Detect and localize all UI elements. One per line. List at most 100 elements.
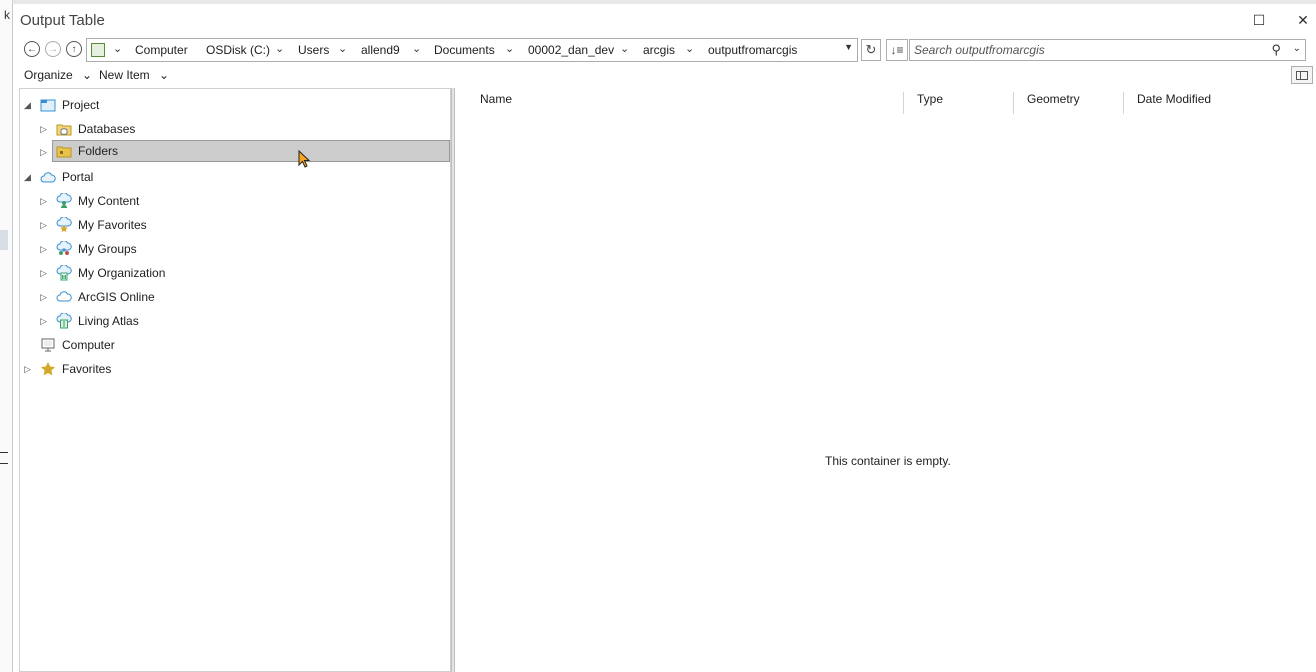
navigation-tree[interactable]: ◢ Project ▷ Databases ▷ Folders ◢ Portal… (19, 88, 451, 672)
tree-label: Computer (62, 338, 115, 352)
tree-node-arcgis-online[interactable]: ▷ ArcGIS Online (20, 286, 450, 308)
location-dropdown-icon[interactable]: ⌄ (113, 42, 122, 55)
empty-container-message: This container is empty. (825, 454, 951, 468)
sort-button[interactable]: ↓≡ (886, 39, 908, 61)
breadcrumb-chevron-icon[interactable]: ⌄ (685, 42, 694, 55)
tree-label: Project (62, 98, 100, 112)
tree-label: ArcGIS Online (78, 290, 155, 304)
organize-label: Organize (24, 68, 73, 82)
tree-node-project[interactable]: ◢ Project (20, 94, 450, 116)
new-item-menu[interactable]: New Item ⌄ (99, 68, 169, 82)
tree-node-favorites[interactable]: ▷ Favorites (20, 358, 450, 380)
favorites-star-icon (40, 361, 56, 377)
breadcrumb-outputfromarcgis[interactable]: outputfromarcgis (708, 43, 797, 57)
dialog-title: Output Table (20, 12, 105, 29)
tree-node-computer[interactable]: Computer (20, 334, 450, 356)
breadcrumb-arcgis[interactable]: arcgis (643, 43, 675, 57)
organize-dropdown-icon: ⌄ (82, 68, 93, 82)
breadcrumb-chevron-icon[interactable]: ⌄ (505, 42, 514, 55)
column-header-date-modified[interactable]: Date Modified (1137, 92, 1211, 114)
expand-arrow-icon[interactable]: ▷ (40, 147, 48, 157)
forward-button[interactable]: → (45, 41, 61, 57)
search-options-dropdown-icon[interactable]: ⌄ (1293, 43, 1301, 54)
my-groups-icon (56, 241, 72, 257)
tree-node-folders[interactable]: ▷ Folders (40, 140, 450, 162)
column-separator[interactable] (1013, 92, 1014, 114)
layout-toggle-button[interactable] (1291, 66, 1313, 84)
toolbar: Organize ⌄ New Item ⌄ (13, 66, 1316, 86)
expand-arrow-icon[interactable]: ▷ (40, 196, 48, 206)
address-history-dropdown-icon[interactable]: ▼ (844, 42, 853, 52)
breadcrumb-users[interactable]: Users (298, 43, 329, 57)
search-input[interactable] (914, 42, 1264, 58)
maximize-button[interactable]: ☐ (1247, 10, 1271, 30)
tree-label: Living Atlas (78, 314, 139, 328)
search-box[interactable]: ⚲ ⌄ (909, 39, 1306, 61)
tree-node-my-groups[interactable]: ▷ My Groups (20, 238, 450, 260)
breadcrumb-documents[interactable]: Documents (434, 43, 495, 57)
tree-label: Favorites (62, 362, 112, 376)
computer-icon (40, 337, 56, 353)
breadcrumb-computer[interactable]: Computer (135, 43, 188, 57)
portal-icon (40, 169, 56, 185)
column-header-type[interactable]: Type (917, 92, 943, 114)
breadcrumb-chevron-icon[interactable]: ⌄ (338, 42, 347, 55)
background-tick (0, 452, 8, 464)
tree-node-my-favorites[interactable]: ▷ My Favorites (20, 214, 450, 236)
column-separator[interactable] (1123, 92, 1124, 114)
background-text: k (4, 8, 10, 22)
back-button[interactable]: ← (24, 41, 40, 57)
living-atlas-icon (56, 313, 72, 329)
organize-menu[interactable]: Organize ⌄ (24, 68, 92, 82)
expand-arrow-icon[interactable]: ▷ (40, 316, 48, 326)
refresh-button[interactable]: ↻ (861, 39, 881, 61)
expand-arrow-icon[interactable]: ▷ (40, 124, 48, 134)
databases-icon (56, 121, 72, 137)
arcgis-online-icon (56, 289, 72, 305)
expand-arrow-icon[interactable]: ▷ (40, 268, 48, 278)
my-favorites-icon (56, 217, 72, 233)
mouse-cursor-icon (298, 150, 311, 168)
up-button[interactable]: ↑ (66, 41, 82, 57)
breadcrumb-chevron-icon[interactable]: ⌄ (620, 42, 629, 55)
expand-arrow-icon[interactable]: ▷ (40, 244, 48, 254)
tree-label: Portal (62, 170, 94, 184)
my-organization-icon (56, 265, 72, 281)
collapse-arrow-icon[interactable]: ◢ (24, 172, 32, 182)
column-header-geometry[interactable]: Geometry (1027, 92, 1080, 114)
tree-node-my-content[interactable]: ▷ My Content (20, 190, 450, 212)
tree-node-portal[interactable]: ◢ Portal (20, 166, 450, 188)
close-button[interactable]: ✕ (1291, 10, 1315, 30)
folders-icon (56, 143, 72, 159)
search-icon[interactable]: ⚲ (1271, 42, 1281, 58)
my-content-icon (56, 193, 72, 209)
title-bar: Output Table ☐ ✕ (13, 4, 1316, 36)
column-separator[interactable] (903, 92, 904, 114)
tree-label: My Favorites (78, 218, 147, 232)
breadcrumb-osdisk[interactable]: OSDisk (C:) (206, 43, 270, 57)
background-mark (0, 230, 8, 250)
tree-label: Databases (78, 122, 136, 136)
collapse-arrow-icon[interactable]: ◢ (24, 100, 32, 110)
new-item-dropdown-icon: ⌄ (159, 68, 170, 82)
tree-node-databases[interactable]: ▷ Databases (20, 118, 450, 140)
expand-arrow-icon[interactable]: ▷ (24, 364, 32, 374)
expand-arrow-icon[interactable]: ▷ (40, 292, 48, 302)
breadcrumb-00002-dan-dev[interactable]: 00002_dan_dev (528, 43, 614, 57)
breadcrumb-chevron-icon[interactable]: ⌄ (275, 42, 284, 55)
output-table-dialog: Output Table ☐ ✕ ← → ↑ ⌄ Computer OSDisk… (12, 4, 1316, 672)
project-icon (40, 97, 56, 113)
breadcrumb-allend9[interactable]: allend9 (361, 43, 400, 57)
content-pane[interactable]: Name Type Geometry Date Modified This co… (455, 88, 1316, 672)
address-bar[interactable]: ⌄ Computer OSDisk (C:) ⌄ Users ⌄ allend9… (86, 38, 858, 62)
layout-icon (1296, 70, 1308, 80)
tree-label: My Content (78, 194, 140, 208)
tree-label: Folders (78, 144, 119, 158)
address-row: ← → ↑ ⌄ Computer OSDisk (C:) ⌄ Users ⌄ a… (13, 38, 1316, 64)
breadcrumb-chevron-icon[interactable]: ⌄ (412, 42, 421, 55)
column-header-name[interactable]: Name (480, 92, 512, 114)
tree-node-living-atlas[interactable]: ▷ Living Atlas (20, 310, 450, 332)
location-icon (91, 43, 105, 57)
expand-arrow-icon[interactable]: ▷ (40, 220, 48, 230)
tree-node-my-organization[interactable]: ▷ My Organization (20, 262, 450, 284)
